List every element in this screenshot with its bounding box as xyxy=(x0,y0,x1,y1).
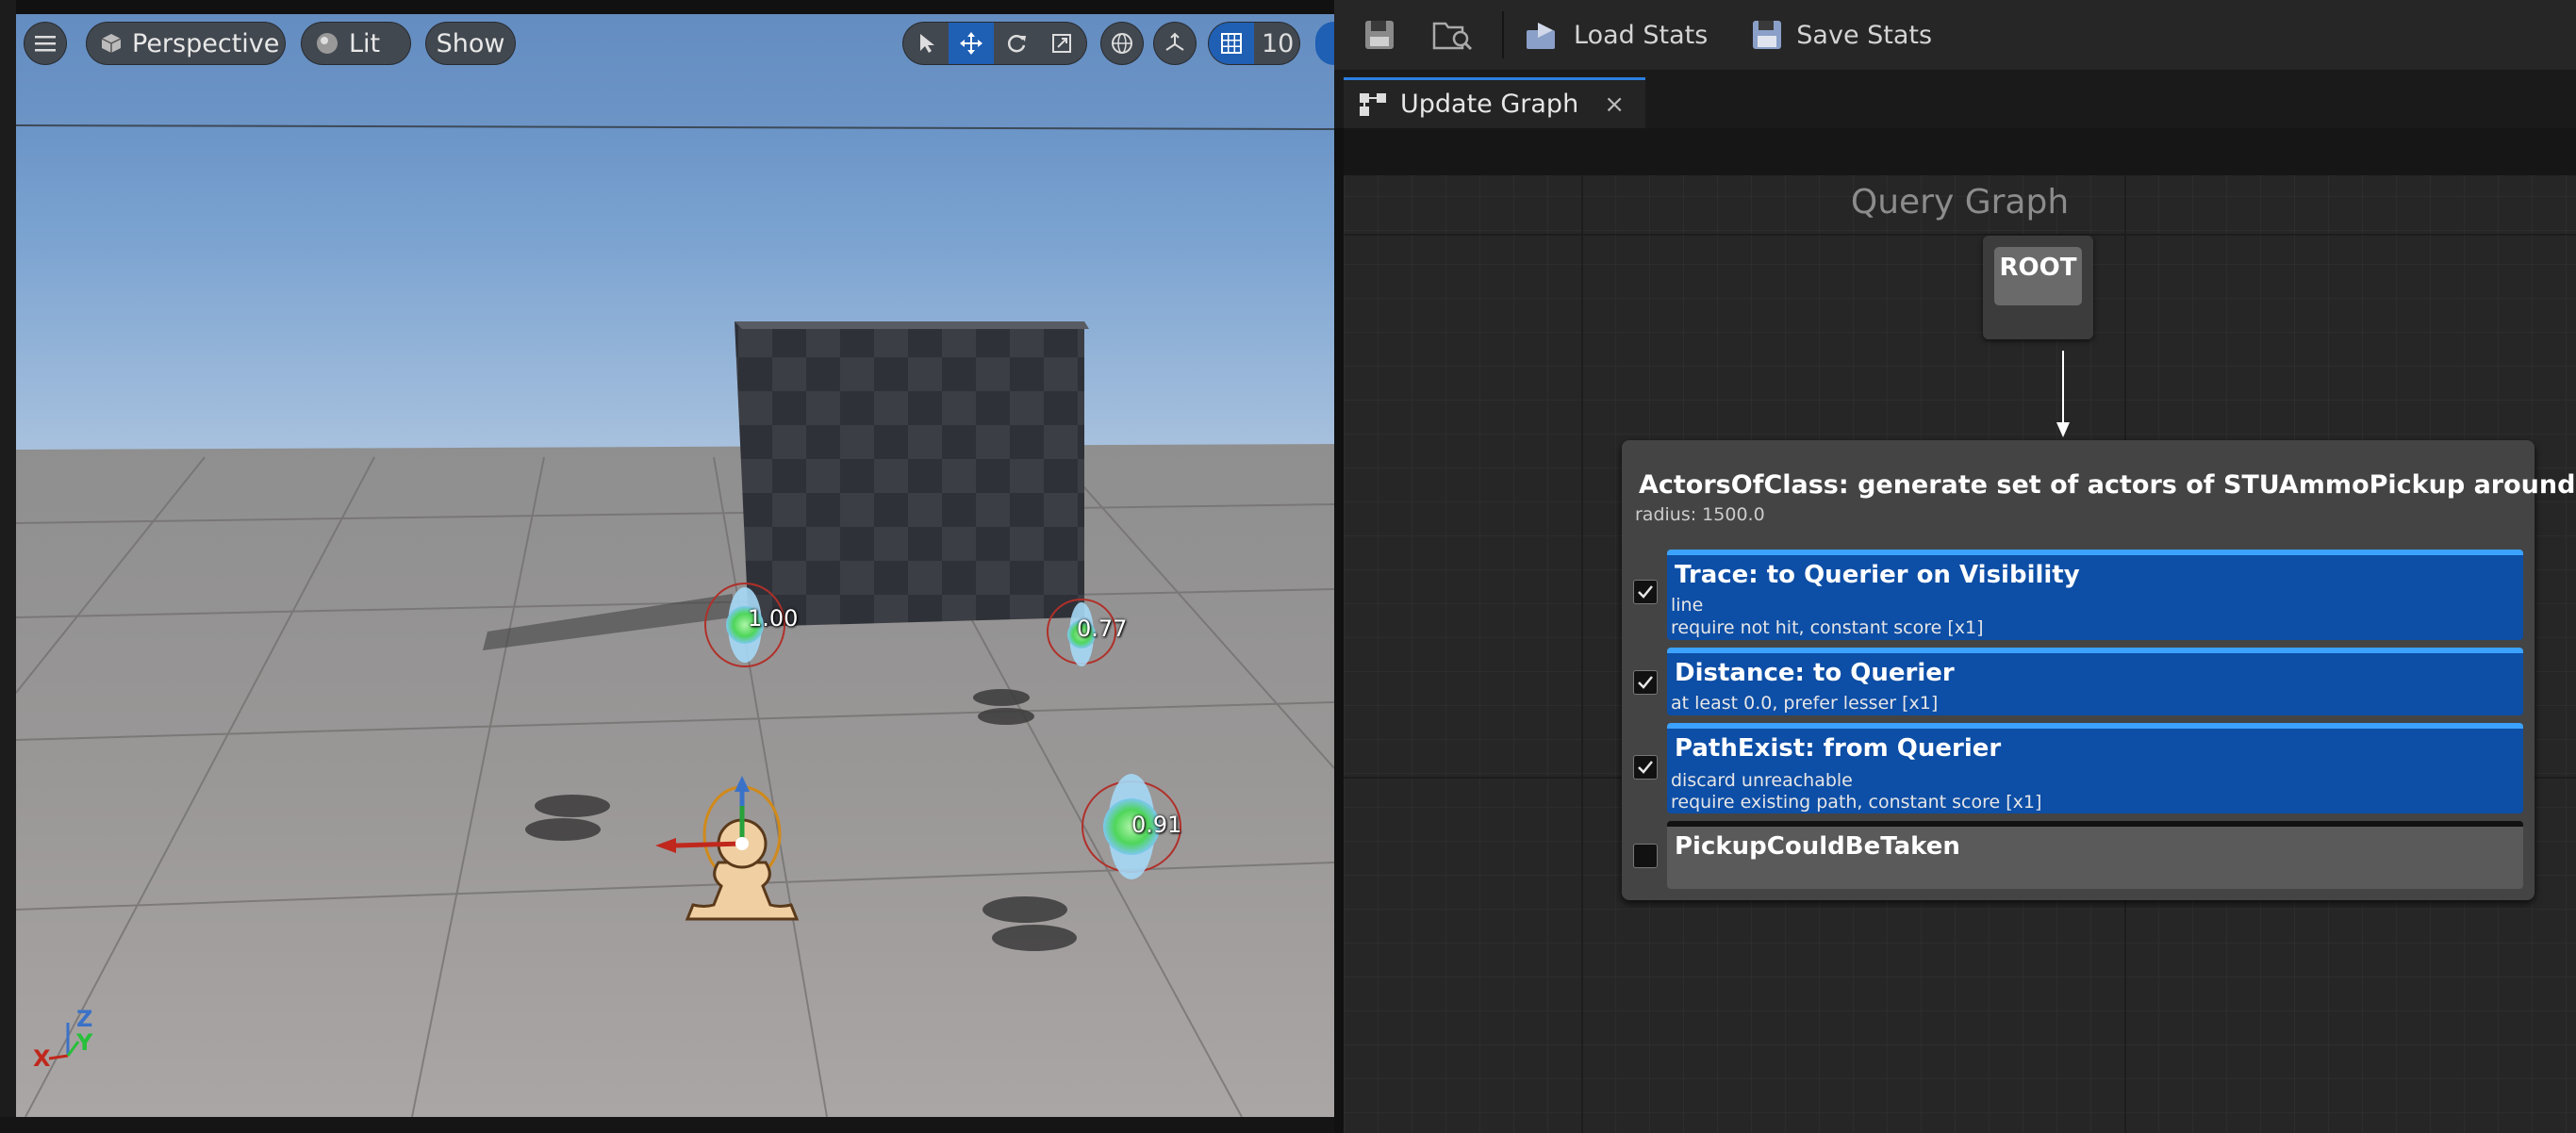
graph-title: Query Graph xyxy=(1850,183,2070,222)
graph-node-icon xyxy=(1360,92,1386,116)
test-detail: require not hit, constant score [x1] xyxy=(1671,617,1984,638)
root-node[interactable]: ROOT xyxy=(1983,236,2093,339)
test-enabled-checkbox[interactable] xyxy=(1633,670,1658,695)
viewport-menu-button[interactable] xyxy=(24,22,67,65)
load-stats-label: Load Stats xyxy=(1574,20,1709,50)
transform-tools-group xyxy=(902,22,1087,65)
document-tab-bar: Update Graph × xyxy=(1334,70,2576,128)
test-title: Trace: to Querier on Visibility xyxy=(1675,561,2080,589)
scale-tool-button[interactable] xyxy=(1039,23,1084,64)
item-score-label: 0.91 xyxy=(1131,812,1182,838)
view-mode-label: Perspective xyxy=(132,28,280,58)
test-row-distance: Distance: to Querier at least 0.0, prefe… xyxy=(1633,648,2523,715)
viewport-left-edge xyxy=(0,0,16,1133)
root-label: ROOT xyxy=(1994,247,2082,305)
test-row-trace: Trace: to Querier on Visibility line req… xyxy=(1633,550,2523,640)
load-stats-icon xyxy=(1527,23,1555,49)
save-icon xyxy=(1365,21,1394,49)
editor-toolbar: Load Stats Save Stats xyxy=(1334,0,2576,70)
test-disabled-checkbox[interactable] xyxy=(1633,844,1658,868)
tab-update-graph[interactable]: Update Graph × xyxy=(1344,77,1645,128)
axis-label-x: X xyxy=(33,1045,51,1072)
browse-asset-button[interactable] xyxy=(1425,7,1481,63)
grid-snap-value[interactable]: 10 xyxy=(1262,29,1294,58)
save-stats-button[interactable]: Save Stats xyxy=(1751,19,1932,51)
graph-header-band xyxy=(1344,128,2576,175)
move-arrows-icon xyxy=(960,32,983,55)
toolbar-separator xyxy=(1502,11,1504,58)
show-label: Show xyxy=(436,28,505,58)
test-enabled-checkbox[interactable] xyxy=(1633,580,1658,604)
show-flags-button[interactable]: Show xyxy=(425,22,516,65)
checkmark-icon xyxy=(1638,585,1653,599)
axis-label-z: Z xyxy=(76,1006,93,1032)
axis-label-y: Y xyxy=(76,1029,93,1056)
test-detail: require existing path, constant score [x… xyxy=(1671,792,2042,813)
test-row-pathexist: PathExist: from Querier discard unreacha… xyxy=(1633,723,2523,813)
browse-icon xyxy=(1432,22,1473,51)
test-row-pickup: PickupCouldBeTaken xyxy=(1633,821,2523,889)
root-to-generator-connector xyxy=(2056,351,2070,437)
generator-subtitle: radius: 1500.0 xyxy=(1635,504,1765,525)
grid-icon xyxy=(1221,33,1242,54)
level-viewport[interactable]: Perspective Lit Show 10 1.00 0.77 0.91 Z… xyxy=(16,14,1334,1117)
surface-snap-button[interactable] xyxy=(1153,22,1197,65)
item-score-label: 0.77 xyxy=(1077,616,1128,642)
viewport-bottom-edge xyxy=(0,1117,1334,1133)
globe-icon xyxy=(1112,33,1132,54)
rotate-icon xyxy=(1007,35,1026,53)
save-stats-icon xyxy=(1753,21,1782,49)
item-score-label: 1.00 xyxy=(748,605,799,632)
lighting-mode-button[interactable]: Lit xyxy=(301,22,411,65)
save-asset-button[interactable] xyxy=(1351,7,1408,63)
checkmark-icon xyxy=(1638,761,1653,774)
test-node-trace[interactable]: Trace: to Querier on Visibility line req… xyxy=(1667,550,2523,640)
test-detail: discard unreachable xyxy=(1671,770,1853,791)
tab-label: Update Graph xyxy=(1400,90,1579,119)
tab-close-icon[interactable]: × xyxy=(1604,90,1625,119)
test-detail: line xyxy=(1671,595,1704,616)
test-enabled-checkbox[interactable] xyxy=(1633,755,1658,780)
generator-title: ActorsOfClass: generate set of actors of… xyxy=(1639,470,2576,500)
test-node-pathexist[interactable]: PathExist: from Querier discard unreacha… xyxy=(1667,723,2523,813)
grid-snap-toggle[interactable] xyxy=(1209,23,1254,64)
load-stats-button[interactable]: Load Stats xyxy=(1525,19,1708,51)
lit-sphere-icon xyxy=(317,33,338,54)
test-node-pickup[interactable]: PickupCouldBeTaken xyxy=(1667,821,2523,889)
test-detail: at least 0.0, prefer lesser [x1] xyxy=(1671,693,1939,714)
cursor-icon xyxy=(920,34,934,53)
lighting-mode-label: Lit xyxy=(349,28,381,58)
translate-tool-button[interactable] xyxy=(949,23,994,64)
world-local-button[interactable] xyxy=(1100,22,1144,65)
rotate-tool-button[interactable] xyxy=(994,23,1039,64)
scale-icon xyxy=(1052,34,1071,53)
test-title: PathExist: from Querier xyxy=(1675,734,2002,763)
view-mode-button[interactable]: Perspective xyxy=(86,22,286,65)
surface-snap-icon xyxy=(1165,32,1184,51)
save-stats-label: Save Stats xyxy=(1796,20,1933,50)
graph-title-wrap: Query Graph xyxy=(1344,128,2576,222)
test-title: PickupCouldBeTaken xyxy=(1675,832,1960,861)
test-title: Distance: to Querier xyxy=(1675,659,1955,687)
test-node-distance[interactable]: Distance: to Querier at least 0.0, prefe… xyxy=(1667,648,2523,715)
viewport-scene xyxy=(16,14,1334,1117)
cube-icon xyxy=(101,34,122,53)
generator-node[interactable]: ActorsOfClass: generate set of actors of… xyxy=(1622,440,2576,900)
select-tool-button[interactable] xyxy=(903,23,949,64)
hamburger-icon xyxy=(35,36,56,52)
grid-snap-group[interactable]: 10 xyxy=(1208,22,1300,65)
checkmark-icon xyxy=(1638,676,1653,689)
